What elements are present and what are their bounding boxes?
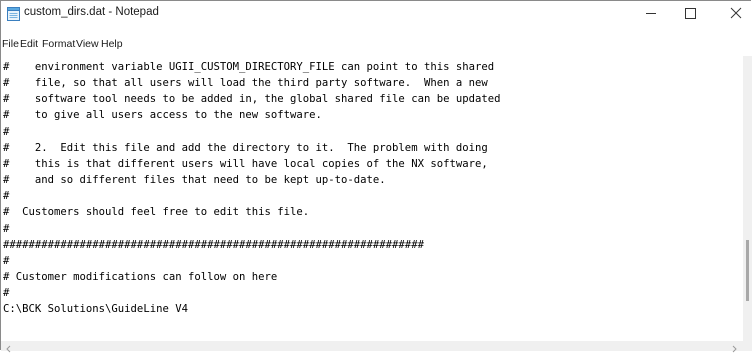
scroll-right-arrow-icon[interactable] xyxy=(728,341,740,353)
menu-help[interactable]: Help xyxy=(101,38,123,50)
vertical-scrollbar[interactable] xyxy=(743,56,752,341)
title-bar[interactable]: custom_dirs.dat - Notepad xyxy=(1,1,752,27)
notepad-icon xyxy=(7,7,20,21)
maximize-icon xyxy=(685,8,696,19)
menu-file[interactable]: File xyxy=(2,38,19,50)
menu-view[interactable]: View xyxy=(76,38,99,50)
close-button[interactable] xyxy=(713,1,752,27)
window-title: custom_dirs.dat - Notepad xyxy=(24,6,159,18)
close-icon xyxy=(730,7,742,19)
notepad-window: custom_dirs.dat - Notepad File Edit Form… xyxy=(0,0,752,353)
menu-edit[interactable]: Edit xyxy=(20,38,38,50)
vertical-scrollbar-thumb[interactable] xyxy=(746,240,749,301)
editor-content[interactable]: # environment variable UGII_CUSTOM_DIREC… xyxy=(3,59,500,318)
text-editor[interactable]: # environment variable UGII_CUSTOM_DIREC… xyxy=(1,56,743,341)
maximize-button[interactable] xyxy=(667,1,713,27)
scroll-left-arrow-icon[interactable] xyxy=(3,341,15,353)
horizontal-scrollbar[interactable] xyxy=(1,341,752,353)
menu-format[interactable]: Format xyxy=(42,38,75,50)
